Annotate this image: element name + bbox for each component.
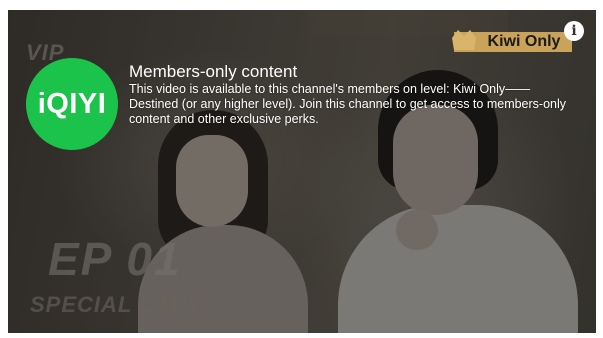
channel-logo[interactable]: iQIYI xyxy=(26,58,118,150)
membership-level-badge: Kiwi Only xyxy=(448,28,576,56)
channel-logo-text: iQIYI xyxy=(37,88,107,120)
info-icon[interactable]: i xyxy=(564,21,584,41)
level-badge-label: Kiwi Only xyxy=(487,33,561,50)
members-only-message: Members-only content This video is avail… xyxy=(129,62,569,127)
members-only-title: Members-only content xyxy=(129,62,298,81)
members-only-description: This video is available to this channel'… xyxy=(129,82,567,126)
video-player[interactable]: VIP EP 01 SPECIAL LADY Kiwi Only i iQIYI… xyxy=(8,10,596,333)
members-only-overlay xyxy=(8,10,596,333)
